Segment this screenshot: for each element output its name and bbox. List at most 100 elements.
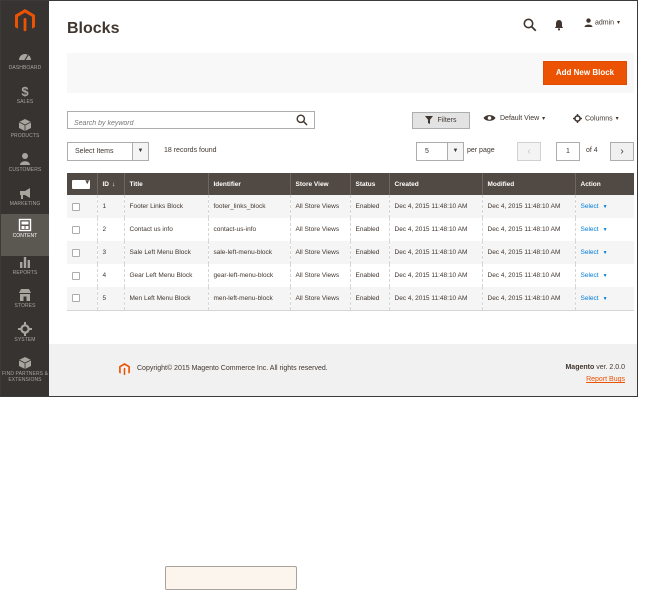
mass-select-dropdown[interactable]: Select Items ▼ bbox=[67, 142, 149, 161]
cell-checkbox bbox=[67, 195, 97, 218]
table-row[interactable]: 4 Gear Left Menu Block gear-left-menu-bloc… bbox=[67, 264, 634, 287]
cell-title: Gear Left Menu Block bbox=[123, 264, 208, 287]
row-action-select[interactable]: Select ▼ bbox=[581, 203, 608, 210]
chevron-down-icon: ▼ bbox=[602, 250, 608, 256]
cell-status: Enabled bbox=[349, 195, 389, 218]
column-header-created[interactable]: Created bbox=[388, 173, 482, 195]
cell-title: Footer Links Block bbox=[123, 195, 208, 218]
cell-id: 4 bbox=[96, 264, 124, 287]
column-header-title[interactable]: Title bbox=[123, 173, 208, 195]
filters-label: Filters bbox=[437, 117, 457, 124]
sidebar-item-label: Dashboard bbox=[8, 65, 42, 71]
total-pages: of 4 bbox=[586, 147, 598, 154]
search-icon[interactable] bbox=[523, 18, 537, 32]
view-selector[interactable]: Default View ▾ bbox=[483, 114, 545, 122]
cell-status: Enabled bbox=[349, 241, 389, 264]
table-row[interactable]: 5 Men Left Menu Block men-left-menu-block A… bbox=[67, 287, 634, 311]
column-header-modified[interactable]: Modified bbox=[481, 173, 575, 195]
cell-identifier: sale-left-menu-block bbox=[207, 241, 290, 264]
add-new-block-button[interactable]: Add New Block bbox=[543, 61, 627, 85]
row-action-select[interactable]: Select ▼ bbox=[581, 295, 608, 302]
search-submit-icon[interactable] bbox=[296, 114, 308, 126]
sidebar-item-label: Find Partners & Extensions bbox=[1, 371, 49, 383]
sidebar-item-label: Sales bbox=[16, 99, 34, 105]
cell-action: Select ▼ bbox=[574, 264, 634, 287]
row-checkbox[interactable] bbox=[72, 202, 80, 211]
row-action-select[interactable]: Select ▼ bbox=[581, 249, 608, 256]
cell-created: Dec 4, 2015 11:48:10 AM bbox=[388, 218, 482, 241]
row-checkbox[interactable] bbox=[72, 225, 80, 234]
columns-selector[interactable]: Columns ▾ bbox=[573, 114, 619, 123]
brand-name: Magento bbox=[565, 364, 595, 371]
row-action-select[interactable]: Select ▼ bbox=[581, 226, 608, 233]
sidebar-item-content[interactable]: Content bbox=[1, 214, 49, 256]
mass-action-header[interactable] bbox=[67, 173, 97, 195]
column-header-store-view[interactable]: Store View bbox=[289, 173, 350, 195]
table-row[interactable]: 3 Sale Left Menu Block sale-left-menu-bloc… bbox=[67, 241, 634, 264]
magento-logo-icon[interactable] bbox=[15, 9, 35, 33]
cell-store-view: All Store Views bbox=[289, 195, 350, 218]
cell-created: Dec 4, 2015 11:48:10 AM bbox=[388, 287, 482, 311]
partners-icon bbox=[18, 357, 32, 369]
bell-icon[interactable] bbox=[553, 19, 565, 31]
eye-icon bbox=[483, 115, 496, 121]
svg-text:$: $ bbox=[21, 84, 29, 98]
cell-identifier: men-left-menu-block bbox=[207, 287, 290, 311]
search-input[interactable] bbox=[68, 115, 288, 132]
row-action-select[interactable]: Select ▼ bbox=[581, 272, 608, 279]
sidebar-item-label: Reports bbox=[12, 270, 38, 276]
chevron-down-icon: ▼ bbox=[602, 295, 608, 302]
cell-action: Select ▼ bbox=[574, 218, 634, 241]
page-title: Blocks bbox=[67, 20, 120, 37]
page-number-input[interactable]: 1 bbox=[556, 142, 580, 161]
table-row[interactable]: 1 Footer Links Block footer_links_block All… bbox=[67, 195, 634, 218]
cell-title: Sale Left Menu Block bbox=[123, 241, 208, 264]
column-header-id[interactable]: ID ↓ bbox=[96, 173, 124, 195]
user-menu[interactable]: admin ▾ bbox=[584, 18, 620, 27]
mass-select-checkbox[interactable] bbox=[72, 178, 90, 189]
cell-created: Dec 4, 2015 11:48:10 AM bbox=[388, 195, 482, 218]
chevron-down-icon: ▼ bbox=[602, 204, 608, 210]
box-icon bbox=[18, 119, 32, 131]
per-page-select[interactable]: 5 ▼ bbox=[416, 142, 464, 161]
chevron-down-icon[interactable]: ▼ bbox=[447, 143, 463, 160]
next-page-button[interactable]: › bbox=[610, 142, 634, 161]
row-checkbox[interactable] bbox=[72, 248, 80, 257]
chevron-down-icon: ▾ bbox=[615, 116, 619, 123]
footer: Copyright© 2015 Magento Commerce Inc. Al… bbox=[49, 344, 637, 396]
cell-action: Select ▼ bbox=[574, 241, 634, 264]
cell-title: Men Left Menu Block bbox=[123, 287, 208, 311]
filters-button[interactable]: Filters bbox=[412, 112, 470, 129]
cell-id: 3 bbox=[96, 241, 124, 264]
columns-label: Columns bbox=[585, 115, 613, 123]
previous-page-button[interactable]: ‹ bbox=[517, 142, 541, 161]
cell-modified: Dec 4, 2015 11:48:10 AM bbox=[481, 241, 575, 264]
chevron-down-icon: ▼ bbox=[602, 273, 608, 279]
row-checkbox[interactable] bbox=[72, 271, 80, 280]
cell-checkbox bbox=[67, 287, 97, 311]
sidebar-item-label: System bbox=[14, 337, 36, 343]
sidebar-item-label: Stores bbox=[14, 303, 36, 309]
cell-modified: Dec 4, 2015 11:48:10 AM bbox=[481, 264, 575, 287]
column-header-status[interactable]: Status bbox=[349, 173, 389, 195]
sidebar-item-label: Content bbox=[12, 233, 38, 239]
records-count: 18 records found bbox=[164, 147, 217, 154]
table-header-row: ID↓ Title Identifier Store View Status C… bbox=[67, 173, 634, 195]
table-row[interactable]: 2 Contact us info contact-us-info All Store… bbox=[67, 218, 634, 241]
page-actions-bar: Add New Block bbox=[67, 53, 634, 93]
column-header-identifier[interactable]: Identifier bbox=[207, 173, 290, 195]
cell-store-view: All Store Views bbox=[289, 287, 350, 311]
cell-title: Contact us info bbox=[123, 218, 208, 241]
chevron-down-icon[interactable]: ▼ bbox=[132, 143, 148, 160]
content-icon bbox=[18, 218, 32, 232]
sidebar-item-find-partners-extensions[interactable]: Find Partners & Extensions bbox=[1, 352, 49, 394]
row-checkbox[interactable] bbox=[72, 294, 80, 303]
sidebar-item-label: Products bbox=[10, 133, 40, 139]
gear-icon bbox=[18, 322, 32, 336]
cell-action: Select ▼ bbox=[574, 287, 634, 311]
cell-identifier: gear-left-menu-block bbox=[207, 264, 290, 287]
report-bugs-link[interactable]: Report Bugs bbox=[586, 376, 625, 383]
cell-created: Dec 4, 2015 11:48:10 AM bbox=[388, 264, 482, 287]
cell-id: 2 bbox=[96, 218, 124, 241]
filter-icon bbox=[425, 116, 434, 125]
